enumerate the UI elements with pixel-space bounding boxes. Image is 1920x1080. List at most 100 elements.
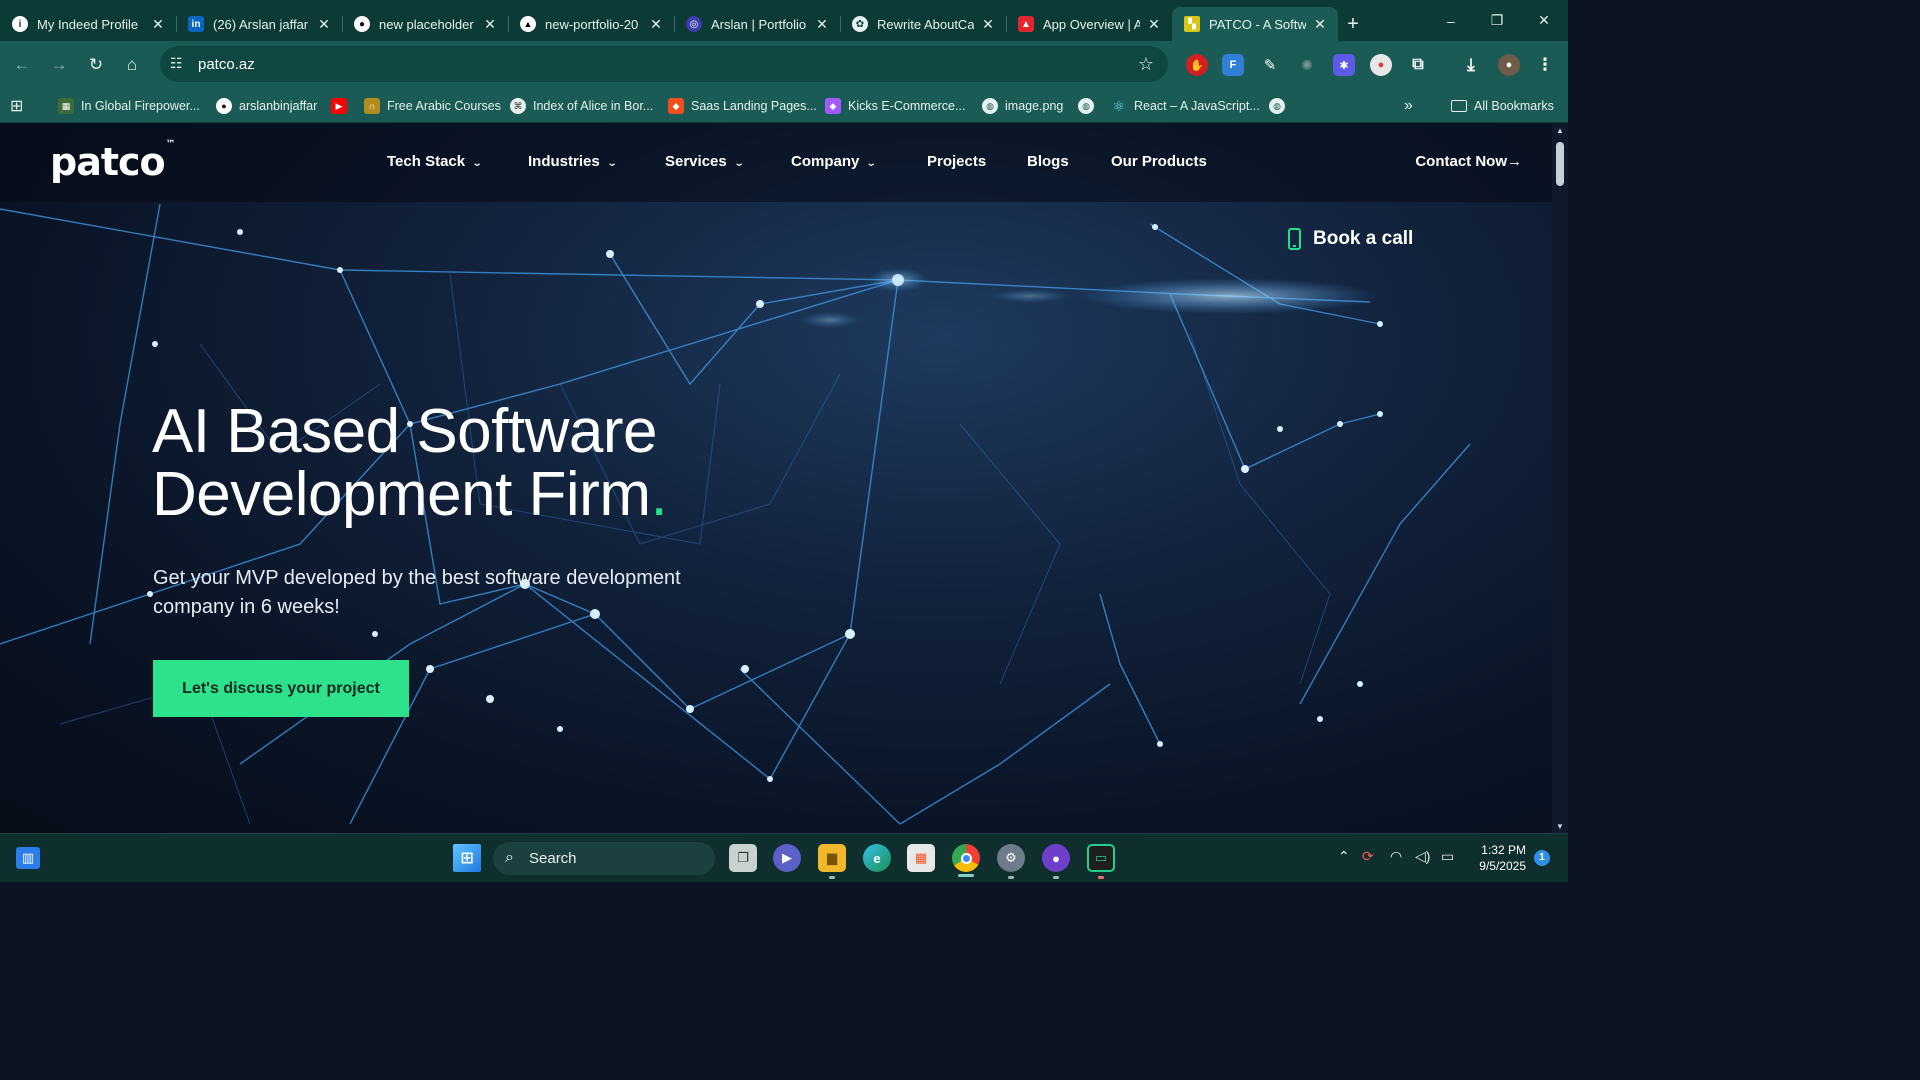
volume-icon[interactable]: ◁)	[1415, 848, 1430, 865]
adblock-extension-icon[interactable]: ✋	[1186, 54, 1208, 76]
close-icon[interactable]: ✕	[150, 16, 166, 32]
contact-now-link[interactable]: Contact Now→	[1415, 153, 1522, 170]
bookmark-item[interactable]: ▦ In Global Firepower...	[58, 96, 200, 116]
nav-blogs[interactable]: Blogs	[1027, 153, 1069, 170]
tab-portfolio[interactable]: ◎ Arslan | Portfolio ✕	[674, 7, 840, 41]
address-bar[interactable]: ☷ patco.az ☆	[160, 46, 1168, 82]
bookmark-star-icon[interactable]: ☆	[1138, 54, 1154, 75]
new-tab-button[interactable]: +	[1338, 7, 1368, 41]
star-extension-icon[interactable]: ✱	[1333, 54, 1355, 76]
tab-title: PATCO - A Softwa	[1209, 16, 1306, 32]
tab-app-overview[interactable]: ▲ App Overview | A ✕	[1006, 7, 1172, 41]
nav-services[interactable]: Services ⌄	[665, 153, 744, 170]
download-icon[interactable]: ⤓	[1460, 54, 1482, 76]
task-view-icon[interactable]: ❐	[729, 844, 757, 872]
bookmark-item[interactable]: ◆ Kicks E-Commerce...	[825, 96, 965, 116]
nav-projects[interactable]: Projects	[927, 153, 986, 170]
all-bookmarks-button[interactable]: All Bookmarks	[1451, 96, 1554, 116]
battery-icon[interactable]: ▭	[1441, 848, 1454, 865]
bookmark-item[interactable]: ∩ Free Arabic Courses	[364, 96, 501, 116]
color-picker-extension-icon[interactable]: ✎	[1259, 54, 1281, 76]
nav-our-products[interactable]: Our Products	[1111, 153, 1207, 170]
scrollbar-thumb[interactable]	[1556, 142, 1564, 186]
close-window-button[interactable]: ✕	[1521, 0, 1567, 41]
wifi-icon[interactable]: ◠	[1390, 848, 1402, 865]
bookmark-item[interactable]: ◍	[1078, 96, 1101, 116]
github-desktop-icon[interactable]: ●	[1042, 844, 1070, 872]
react-icon: ⚛	[1112, 97, 1126, 114]
translate-extension-icon[interactable]: F	[1222, 54, 1244, 76]
media-extension-icon[interactable]: ●	[1370, 54, 1392, 76]
close-icon[interactable]: ✕	[482, 16, 498, 32]
close-icon[interactable]: ✕	[814, 16, 830, 32]
apps-grid-icon[interactable]: ⊞	[10, 96, 23, 116]
file-explorer-icon[interactable]: ▆	[818, 844, 846, 872]
restore-button[interactable]: ❐	[1474, 0, 1520, 41]
tab-vercel[interactable]: ▲ new-portfolio-20 ✕	[508, 7, 674, 41]
teams-icon[interactable]: ▶	[773, 844, 801, 872]
tab-title: App Overview | A	[1043, 16, 1140, 32]
bookmark-item[interactable]: ● arslanbinjaffar	[216, 96, 317, 116]
scroll-down-icon[interactable]: ▼	[1555, 822, 1565, 831]
nav-label: Company	[791, 153, 860, 170]
settings-gear-icon[interactable]: ⚙	[997, 844, 1025, 872]
bookmark-item[interactable]: ▶	[331, 96, 354, 116]
windows-start-icon[interactable]: ⊞	[453, 844, 481, 872]
close-icon[interactable]: ✕	[316, 16, 332, 32]
hero-subtitle: Get your MVP developed by the best softw…	[153, 567, 681, 618]
book-a-call-button[interactable]: Book a call	[1288, 228, 1413, 250]
bookmark-item[interactable]: ⌘ Index of Alice in Bor...	[510, 96, 653, 116]
forward-icon[interactable]: →	[45, 51, 73, 79]
extensions-puzzle-icon[interactable]: ⧉	[1407, 54, 1429, 76]
page-scrollbar[interactable]: ▲ ▼	[1552, 124, 1568, 833]
linkedin-icon: in	[188, 16, 204, 32]
nav-industries[interactable]: Industries ⌄	[528, 153, 617, 170]
nav-company[interactable]: Company ⌄	[791, 153, 877, 170]
close-icon[interactable]: ✕	[1146, 16, 1162, 32]
running-indicator	[1098, 876, 1104, 879]
profile-avatar[interactable]: ●	[1498, 54, 1520, 76]
tab-indeed[interactable]: i My Indeed Profile ✕	[0, 7, 176, 41]
bug-extension-icon[interactable]: ✺	[1296, 54, 1318, 76]
bookmark-item[interactable]: ⚛ React – A JavaScript...	[1111, 96, 1260, 116]
tab-github[interactable]: ● new placeholder ✕	[342, 7, 508, 41]
bookmark-item[interactable]: ◆ Saas Landing Pages...	[668, 96, 817, 116]
site-info-icon[interactable]: ☷	[170, 55, 188, 73]
portfolio-icon: ◎	[686, 16, 702, 32]
nav-tech-stack[interactable]: Tech Stack ⌄	[387, 153, 483, 170]
bookmark-item[interactable]: ◍	[1269, 96, 1292, 116]
back-icon[interactable]: ←	[8, 51, 36, 79]
microsoft-store-icon[interactable]: ▦	[907, 844, 935, 872]
tab-linkedin[interactable]: in (26) Arslan jaffar | ✕	[176, 7, 342, 41]
address-text: patco.az	[198, 56, 255, 73]
minimize-button[interactable]: –	[1428, 0, 1474, 41]
tab-patco[interactable]: ▚ PATCO - A Softwa ✕	[1172, 7, 1338, 41]
bookmark-label: arslanbinjaffar	[239, 99, 318, 113]
sync-icon[interactable]: ⟳	[1362, 848, 1374, 865]
notification-badge[interactable]: 1	[1534, 850, 1550, 866]
bookmark-label: Free Arabic Courses	[387, 99, 501, 113]
chevron-up-icon[interactable]: ⌃	[1338, 848, 1350, 865]
bookmarks-overflow-button[interactable]: »	[1404, 96, 1413, 116]
system-clock[interactable]: 1:32 PM 9/5/2025	[1479, 842, 1526, 874]
tab-title: (26) Arslan jaffar |	[213, 16, 310, 32]
bookmark-item[interactable]: ◍ image.png	[982, 96, 1063, 116]
reload-icon[interactable]: ↻	[82, 51, 110, 79]
patco-logo[interactable]: patco™	[50, 139, 176, 184]
search-icon: ⌕	[505, 849, 514, 866]
close-icon[interactable]: ✕	[980, 16, 996, 32]
nav-label: Industries	[528, 153, 600, 170]
tab-chatgpt[interactable]: ✿ Rewrite AboutCar ✕	[840, 7, 1006, 41]
trademark-mark: ™	[165, 139, 176, 151]
widgets-icon[interactable]: ▥	[16, 847, 40, 869]
home-icon[interactable]: ⌂	[118, 51, 146, 79]
close-icon[interactable]: ✕	[1312, 16, 1328, 32]
edge-icon[interactable]: e	[863, 844, 891, 872]
chrome-icon[interactable]	[952, 844, 980, 872]
taskbar-search[interactable]: ⌕ Search	[493, 842, 715, 875]
scroll-up-icon[interactable]: ▲	[1555, 126, 1565, 135]
terminal-icon[interactable]: ▭	[1087, 844, 1115, 872]
menu-kebab-icon[interactable]: ⋮	[1534, 54, 1556, 76]
close-icon[interactable]: ✕	[648, 16, 664, 32]
discuss-project-button[interactable]: Let's discuss your project	[153, 660, 409, 717]
